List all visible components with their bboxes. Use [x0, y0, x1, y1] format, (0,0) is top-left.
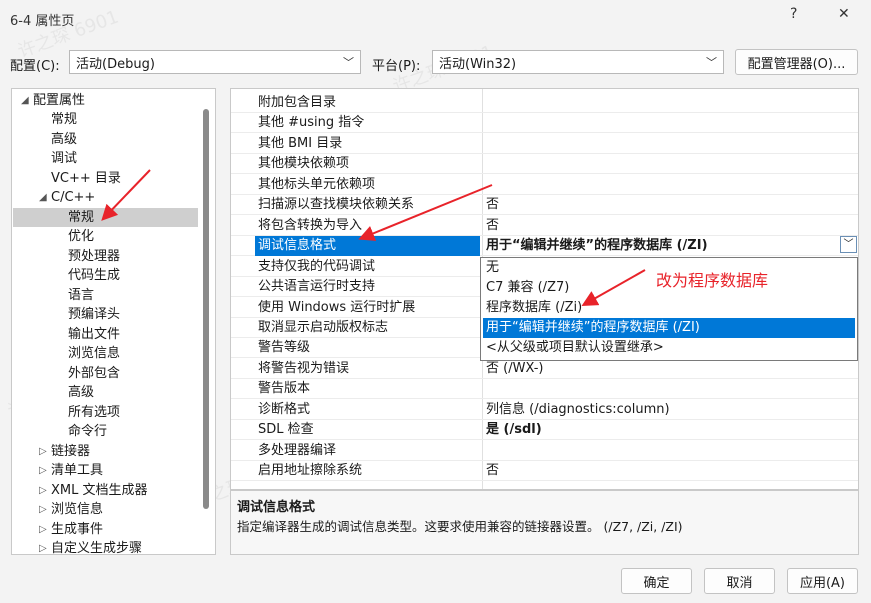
apply-button[interactable]: 应用(A)	[787, 568, 858, 594]
description-panel: 调试信息格式 指定编译器生成的调试信息类型。这要求使用兼容的链接器设置。 (/Z…	[230, 490, 859, 555]
cancel-button[interactable]: 取消	[704, 568, 775, 594]
annotation-arrow	[581, 269, 646, 306]
description-title: 调试信息格式	[237, 500, 316, 515]
ok-button[interactable]: 确定	[621, 568, 692, 594]
annotation-arrow	[358, 184, 493, 241]
annotation-arrow	[101, 169, 151, 221]
description-text: 指定编译器生成的调试信息类型。这要求使用兼容的链接器设置。 (/Z7, /Zi,…	[237, 519, 683, 534]
